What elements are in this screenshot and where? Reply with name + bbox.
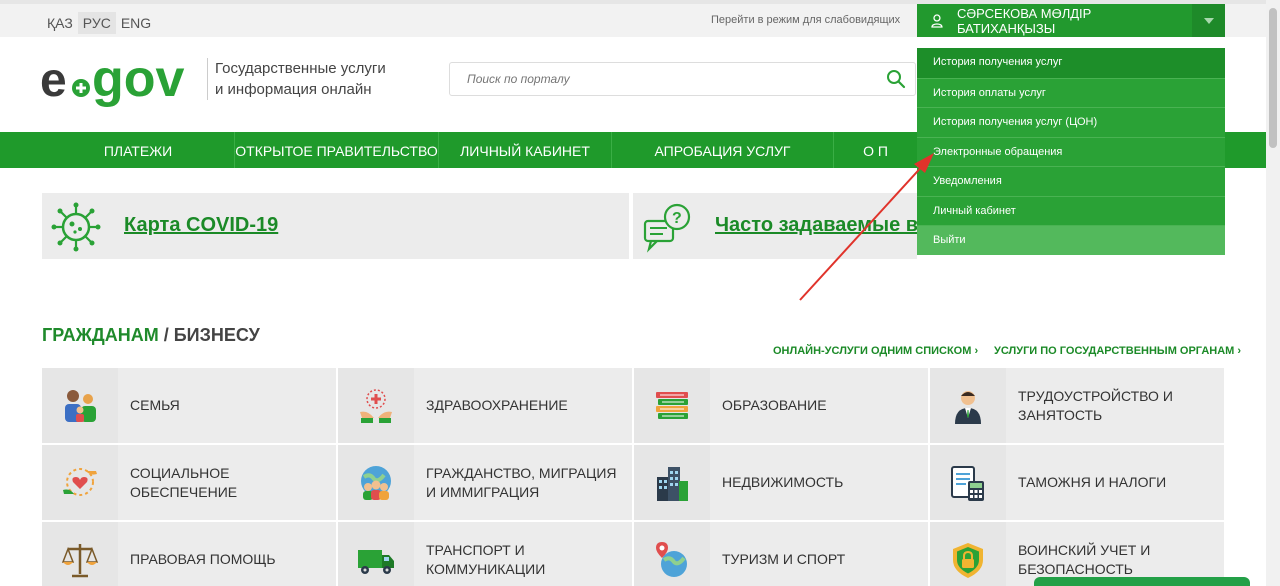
title-separator: / xyxy=(158,325,174,345)
menu-item-personal-account[interactable]: Личный кабинет xyxy=(917,195,1225,226)
social-care-icon xyxy=(63,467,97,496)
category-label: Образование xyxy=(722,397,827,413)
menu-item-con-history[interactable]: История получения услуг (ЦОН) xyxy=(917,107,1225,137)
lang-rus[interactable]: РУС xyxy=(77,12,116,34)
category-tile[interactable]: Транспорт и коммуникации xyxy=(338,522,632,586)
user-menu-button[interactable]: СӘРСЕКОВА МӨЛДІР БАТИХАНҚЫЗЫ xyxy=(917,4,1192,37)
category-tile[interactable]: Недвижимость xyxy=(634,445,928,520)
worker-icon xyxy=(955,390,981,424)
globe-people-icon xyxy=(361,465,391,500)
services-by-agency-link[interactable]: УСЛУГИ ПО ГОСУДАРСТВЕННЫМ ОРГАНАМ › xyxy=(994,345,1241,357)
shield-lock-icon xyxy=(953,542,983,578)
category-label: Трудоустройство и занятость xyxy=(1018,387,1173,423)
site-tagline: Государственные услуги и информация онла… xyxy=(207,58,386,100)
healthcare-icon xyxy=(360,388,392,423)
category-label: Транспорт и коммуникации xyxy=(426,541,546,577)
menu-item-logout[interactable]: Выйти xyxy=(917,225,1225,255)
faq-link[interactable]: Часто задаваемые вопр xyxy=(715,214,917,237)
scales-icon xyxy=(61,543,99,577)
category-tile[interactable]: Трудоустройство и занятость xyxy=(930,368,1224,443)
faq-banner[interactable]: ? Часто задаваемые вопр xyxy=(633,193,917,259)
chevron-down-icon xyxy=(1203,17,1214,24)
search-icon[interactable] xyxy=(886,69,906,89)
chat-question-icon: ? xyxy=(643,203,691,253)
nav-service-testing[interactable]: АПРОБАЦИЯ УСЛУГ xyxy=(611,132,833,168)
scrollbar-thumb[interactable] xyxy=(1269,8,1277,148)
category-label: Правовая помощь xyxy=(130,551,276,567)
svg-text:e: e xyxy=(40,54,67,107)
nav-open-government[interactable]: ОТКРЫТОЕ ПРАВИТЕЛЬСТВО xyxy=(234,132,438,168)
category-tile[interactable]: Таможня и налоги xyxy=(930,445,1224,520)
category-label: Гражданство, миграция и иммиграция xyxy=(426,464,617,500)
category-label: Недвижимость xyxy=(722,474,844,490)
family-icon xyxy=(65,389,96,422)
category-label: Туризм и спорт xyxy=(722,551,846,567)
category-tile[interactable]: Гражданство, миграция и иммиграция xyxy=(338,445,632,520)
menu-item-notifications[interactable]: Уведомления xyxy=(917,166,1225,196)
buildings-icon xyxy=(657,466,688,501)
search-input[interactable] xyxy=(450,63,850,95)
nav-personal-account[interactable]: ЛИЧНЫЙ КАБИНЕТ xyxy=(438,132,611,168)
category-tile[interactable]: Образование xyxy=(634,368,928,443)
covid-map-banner[interactable]: Карта COVID-19 xyxy=(42,193,629,259)
language-switcher: ҚАЗ РУС ENG xyxy=(42,12,156,34)
menu-item-e-appeals[interactable]: Электронные обращения xyxy=(917,136,1225,167)
category-tile[interactable]: Семья xyxy=(42,368,336,443)
category-label: Здравоохранение xyxy=(426,397,568,413)
online-services-list-link[interactable]: ОНЛАЙН-УСЛУГИ ОДНИМ СПИСКОМ › xyxy=(773,345,978,357)
tab-citizens[interactable]: ГРАЖДАНАМ xyxy=(42,325,159,345)
lang-eng[interactable]: ENG xyxy=(116,12,156,34)
category-label: Таможня и налоги xyxy=(1018,474,1167,490)
covid-map-link[interactable]: Карта COVID-19 xyxy=(124,214,278,237)
category-tile[interactable]: Здравоохранение xyxy=(338,368,632,443)
category-grid: Семья Здравоохранение Образование Трудоу… xyxy=(42,368,1224,586)
lang-kaz[interactable]: ҚАЗ xyxy=(42,12,78,34)
category-tile[interactable]: Социальное обеспечение xyxy=(42,445,336,520)
nav-payments[interactable]: ПЛАТЕЖИ xyxy=(42,132,234,168)
menu-item-service-history[interactable]: История получения услуг xyxy=(917,48,1225,78)
search-box xyxy=(449,62,916,96)
accessibility-mode-link[interactable]: Перейти в режим для слабовидящих xyxy=(711,14,900,26)
svg-text:?: ? xyxy=(672,210,682,227)
category-tile[interactable]: Туризм и спорт xyxy=(634,522,928,586)
category-label: Семья xyxy=(130,397,180,413)
menu-item-payment-history[interactable]: История оплаты услуг xyxy=(917,77,1225,108)
tab-business[interactable]: БИЗНЕСУ xyxy=(174,325,260,345)
chat-widget-tab[interactable] xyxy=(1034,577,1250,586)
tagline-line-1: Государственные услуги xyxy=(215,60,386,77)
user-name: СӘРСЕКОВА МӨЛДІР БАТИХАНҚЫЗЫ xyxy=(956,5,1092,36)
calculator-icon xyxy=(951,465,984,501)
truck-icon xyxy=(358,549,394,574)
egov-logo[interactable]: e gov xyxy=(40,52,200,108)
tagline-line-2: и информация онлайн xyxy=(215,81,372,98)
category-label: Социальное обеспечение xyxy=(130,464,238,500)
nav-about[interactable]: О П xyxy=(833,132,917,168)
virus-icon xyxy=(51,202,101,252)
user-menu-caret[interactable] xyxy=(1192,4,1225,37)
user-dropdown-menu: История получения услуг История оплаты у… xyxy=(917,48,1225,255)
user-icon xyxy=(931,13,943,28)
page-scrollbar[interactable] xyxy=(1266,0,1280,586)
map-pin-globe-icon xyxy=(656,541,687,577)
svg-text:gov: gov xyxy=(92,52,185,108)
category-tile[interactable]: Правовая помощь xyxy=(42,522,336,586)
section-title: ГРАЖДАНАМ / БИЗНЕСУ xyxy=(42,325,260,346)
books-icon xyxy=(656,391,688,419)
